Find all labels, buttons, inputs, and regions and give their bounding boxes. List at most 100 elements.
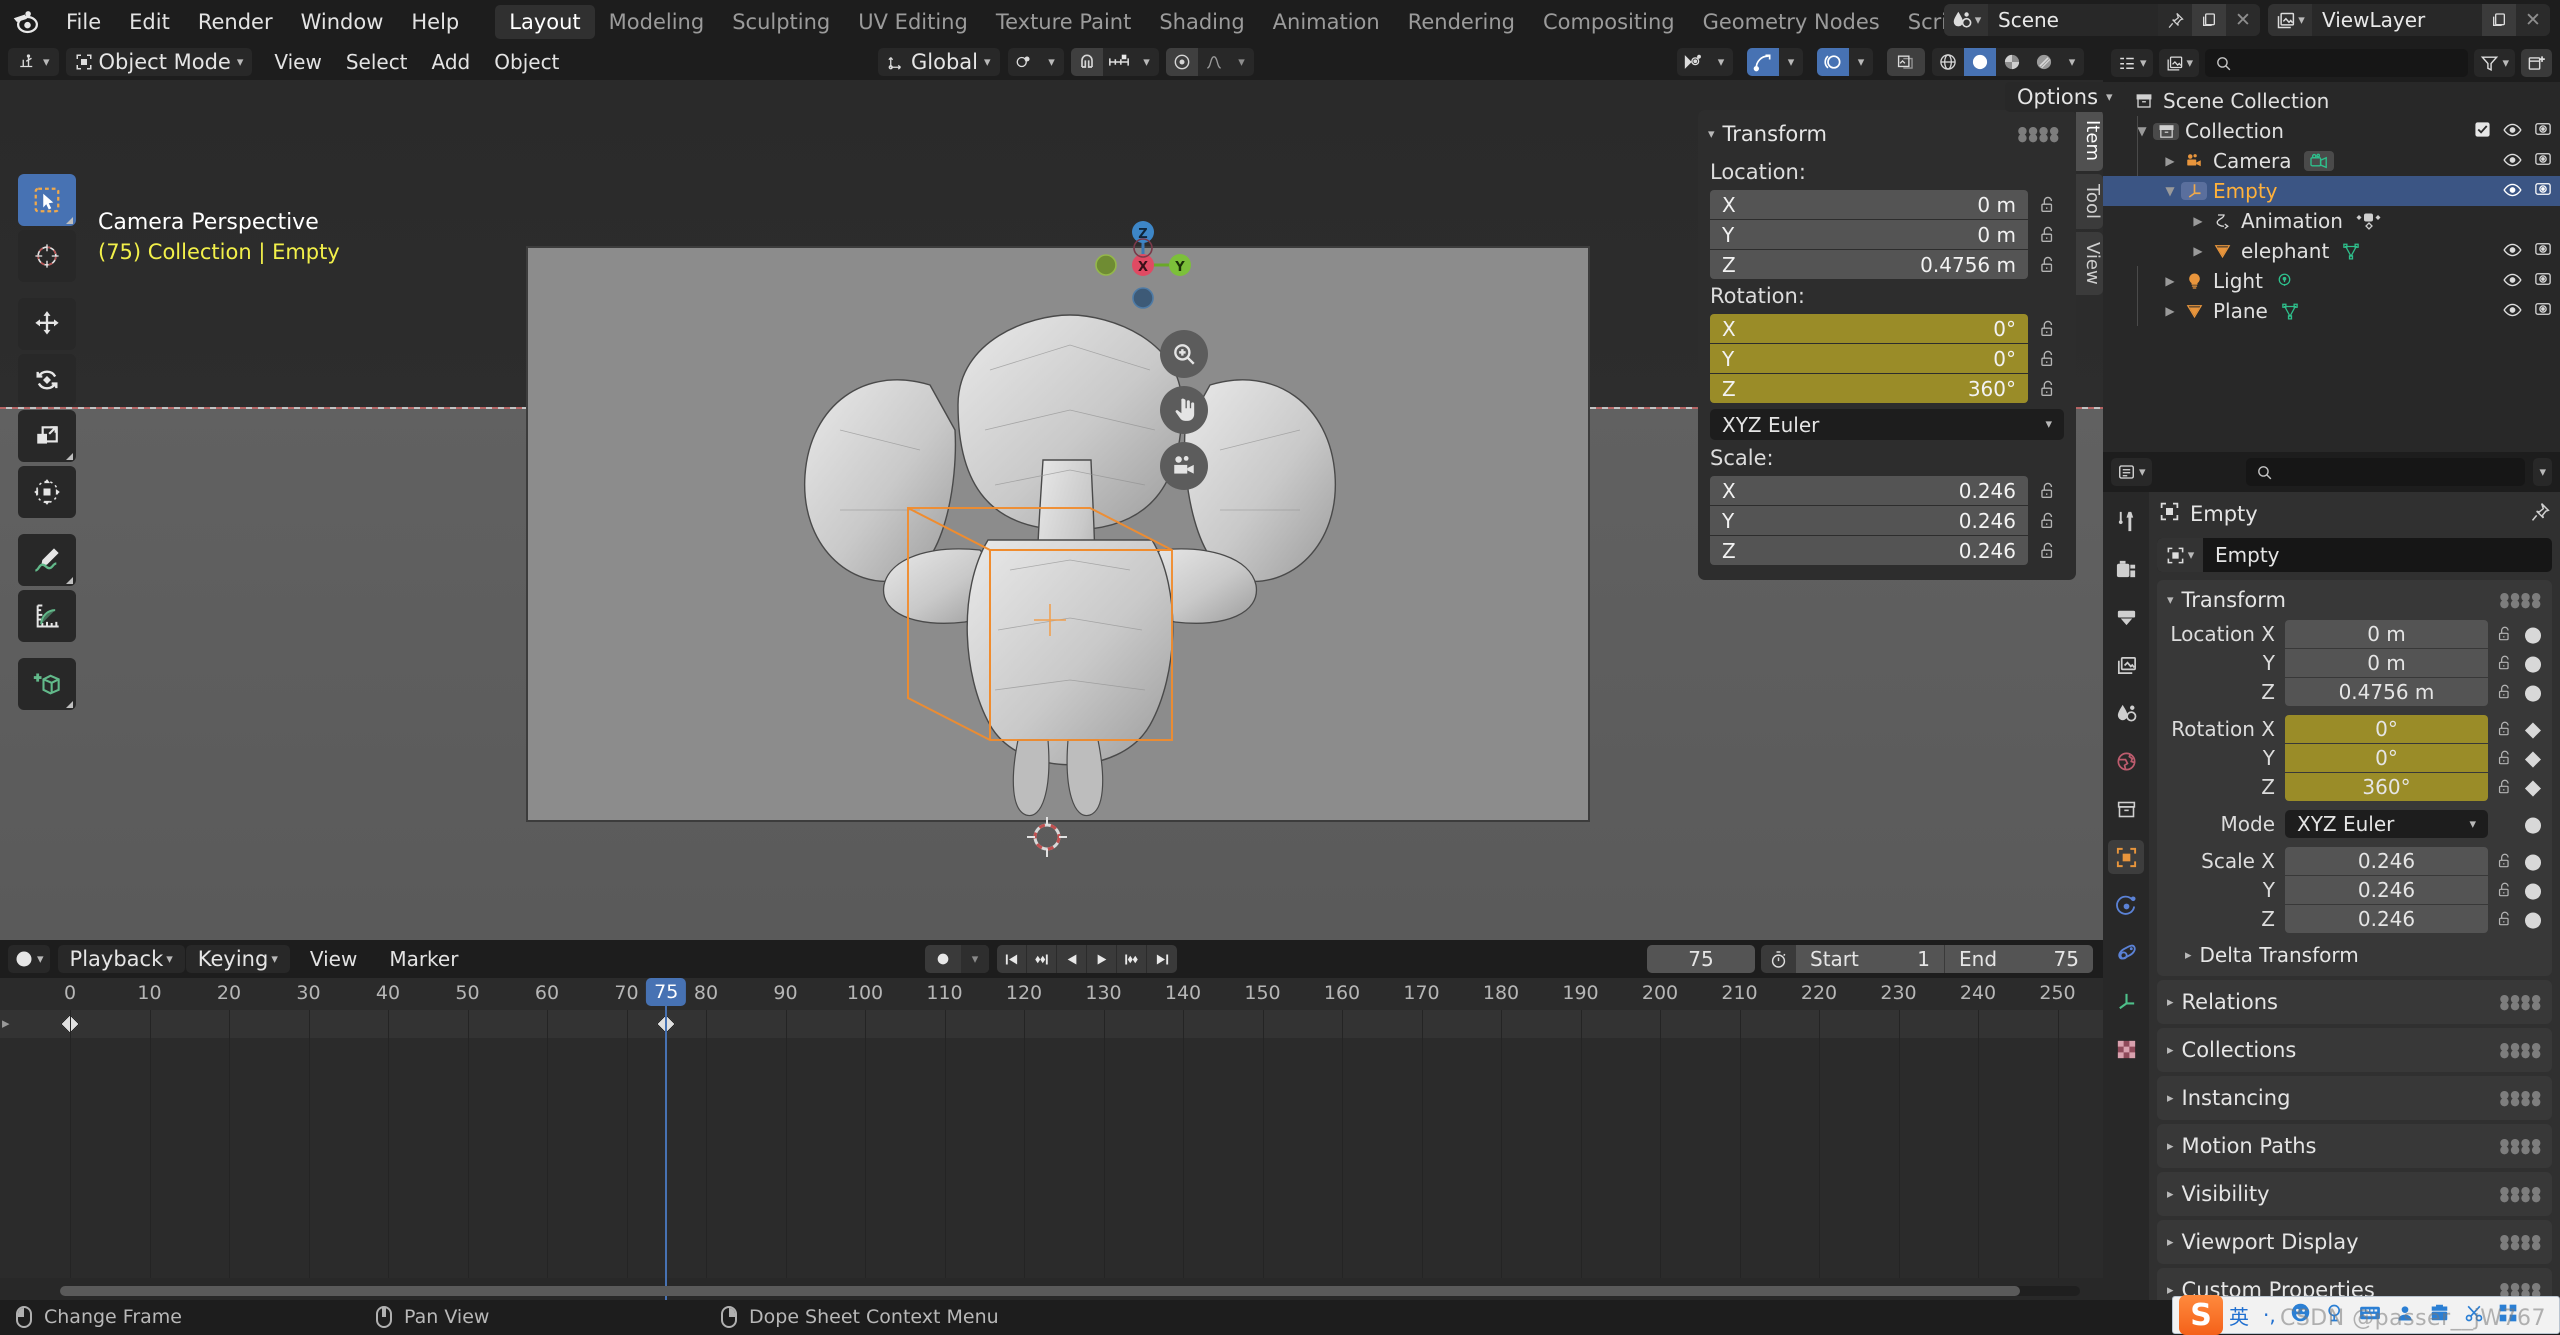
eye-icon[interactable] [2503, 239, 2522, 263]
outliner-row-light[interactable]: ▶ Light [2103, 266, 2560, 296]
mesh-data-icon[interactable] [2280, 302, 2300, 320]
viewport-menu-object[interactable]: Object [482, 47, 571, 77]
auto-keying-toggle[interactable]: ▾ [925, 945, 989, 973]
properties-editor-type-selector[interactable]: ▾ [2111, 458, 2152, 486]
properties-tab-viewlayer[interactable] [2108, 648, 2144, 682]
scene-icon[interactable]: ▾ [1944, 4, 1988, 36]
panel-transform-header[interactable]: ▾ Transform ●●●●●●●● [2157, 580, 2552, 620]
rotation-x-field[interactable]: 0° [2285, 715, 2488, 743]
npanel-rotation-x-field[interactable]: X 0° [1710, 314, 2028, 343]
menu-window[interactable]: Window [287, 6, 398, 38]
timeline-menu-playback[interactable]: Playback▾ [58, 945, 185, 973]
shading-solid-icon[interactable] [1964, 48, 1996, 76]
pivot-median-icon[interactable] [1008, 48, 1040, 76]
visibility-selector[interactable]: ▾ [1677, 48, 1733, 76]
gizmo-icon[interactable] [1747, 48, 1779, 76]
playhead-frame-label[interactable]: 75 [646, 978, 686, 1006]
eye-icon[interactable] [2503, 149, 2522, 173]
lock-open-icon[interactable] [2028, 511, 2066, 531]
play-reverse-button[interactable] [1057, 945, 1087, 973]
lock-open-icon[interactable] [2488, 881, 2520, 899]
timeline-ruler[interactable]: 0102030405060708090100110120130140150160… [0, 978, 2103, 1010]
outliner-row-camera[interactable]: ▶ Camera [2103, 146, 2560, 176]
animate-property-dot[interactable]: ● [2520, 849, 2546, 873]
shading-mode-selector[interactable]: ▾ [1932, 48, 2084, 76]
animate-property-dot[interactable]: ● [2520, 907, 2546, 931]
panel-relations[interactable]: ▸ Relations ●●●●●●●● [2157, 980, 2552, 1024]
animate-property-dot[interactable]: ● [2520, 680, 2546, 704]
tool-move[interactable] [18, 298, 76, 350]
location-x-field[interactable]: 0 m [2285, 620, 2488, 648]
panel-viewport-display[interactable]: ▸ Viewport Display ●●●●●●●● [2157, 1220, 2552, 1264]
scene-name[interactable]: Scene [1988, 4, 2158, 36]
outliner-row-animation[interactable]: ▶ Animation [2103, 206, 2560, 236]
tool-cursor[interactable] [18, 230, 76, 282]
eye-icon[interactable] [2503, 269, 2522, 293]
snap-magnet-icon[interactable] [1071, 48, 1103, 76]
camera-render-icon[interactable] [2534, 239, 2552, 263]
checkbox-enabled[interactable] [2474, 119, 2491, 143]
properties-options-button[interactable]: ▾ [2533, 458, 2552, 486]
keyframe-diamond-icon[interactable]: ◆ [2520, 717, 2546, 741]
scrollbar-thumb[interactable] [60, 1286, 2020, 1296]
expand-arrow[interactable]: ▼ [2131, 124, 2153, 138]
properties-tab-tool[interactable] [2108, 504, 2144, 538]
camera-data-icon[interactable] [2304, 151, 2334, 171]
viewlayer-name[interactable]: ViewLayer [2312, 4, 2482, 36]
lock-open-icon[interactable] [2028, 481, 2066, 501]
npanel-rotation-mode-select[interactable]: XYZ Euler ▾ [1710, 409, 2064, 440]
timeline-menu-view[interactable]: View [298, 944, 369, 974]
jump-to-end-button[interactable] [1147, 945, 1177, 973]
tool-tweak-select[interactable] [18, 174, 76, 226]
gizmo-toggle[interactable]: ▾ [1747, 48, 1803, 76]
frame-end-field[interactable]: End 75 [1945, 945, 2093, 973]
playhead-line[interactable] [665, 978, 667, 1300]
outliner-display-mode-selector[interactable]: ▾ [2159, 49, 2200, 77]
zoom-nav-button[interactable] [1160, 330, 1208, 378]
properties-tab-data[interactable] [2108, 984, 2144, 1018]
new-collection-button[interactable] [2521, 49, 2552, 77]
workspace-tab-rendering[interactable]: Rendering [1394, 5, 1529, 39]
animate-property-dot[interactable]: ● [2520, 651, 2546, 675]
workspace-tab-uv-editing[interactable]: UV Editing [844, 5, 982, 39]
keyframe-diamond-icon[interactable]: ◆ [2520, 746, 2546, 770]
object-name-field[interactable]: ▾ Empty [2157, 538, 2552, 572]
npanel-scale-y-field[interactable]: Y 0.246 [1710, 506, 2028, 535]
npanel-location-x-field[interactable]: X 0 m [1710, 190, 2028, 219]
menu-render[interactable]: Render [184, 6, 287, 38]
stopwatch-icon[interactable] [1761, 950, 1795, 969]
workspace-tab-sculpting[interactable]: Sculpting [718, 5, 844, 39]
menu-help[interactable]: Help [397, 6, 473, 38]
scale-z-field[interactable]: 0.246 [2285, 905, 2488, 933]
properties-tab-physics[interactable] [2108, 888, 2144, 922]
camera-render-icon[interactable] [2534, 179, 2552, 203]
lock-open-icon[interactable] [2488, 910, 2520, 928]
eye-icon[interactable] [2503, 299, 2522, 323]
tool-measure[interactable] [18, 590, 76, 642]
animate-property-dot[interactable]: ● [2520, 622, 2546, 646]
sogou-logo-icon[interactable]: S [2179, 1295, 2223, 1335]
mesh-data-icon[interactable] [2341, 242, 2361, 260]
outliner-row-plane[interactable]: ▶ Plane [2103, 296, 2560, 326]
tool-rotate[interactable] [18, 354, 76, 406]
expand-arrow[interactable]: ▶ [2159, 154, 2181, 168]
viewport-options-button[interactable]: Options ▾ [2005, 82, 2125, 112]
outliner-filter-button[interactable]: ▾ [2474, 49, 2515, 77]
shading-rendered-icon[interactable] [2028, 48, 2060, 76]
current-frame-field[interactable]: 75 [1647, 945, 1755, 973]
record-dot-icon[interactable] [925, 951, 961, 967]
timeline-channels[interactable] [0, 1010, 2103, 1278]
eye-icon[interactable] [1677, 48, 1709, 76]
properties-tab-render[interactable] [2108, 552, 2144, 586]
properties-tab-collection[interactable] [2108, 792, 2144, 826]
npanel-location-y-field[interactable]: Y 0 m [1710, 220, 2028, 249]
camera-render-icon[interactable] [2534, 269, 2552, 293]
scale-y-field[interactable]: 0.246 [2285, 876, 2488, 904]
npanel-transform-header[interactable]: ▾ Transform ●●●●●●●● [1698, 116, 2076, 156]
shading-material-icon[interactable] [1996, 48, 2028, 76]
lock-open-icon[interactable] [2028, 379, 2066, 399]
properties-tab-texture[interactable] [2108, 1032, 2144, 1066]
snapping-controls[interactable]: ▾ [1071, 48, 1159, 76]
properties-search-input[interactable] [2246, 458, 2526, 486]
tool-scale[interactable] [18, 410, 76, 462]
